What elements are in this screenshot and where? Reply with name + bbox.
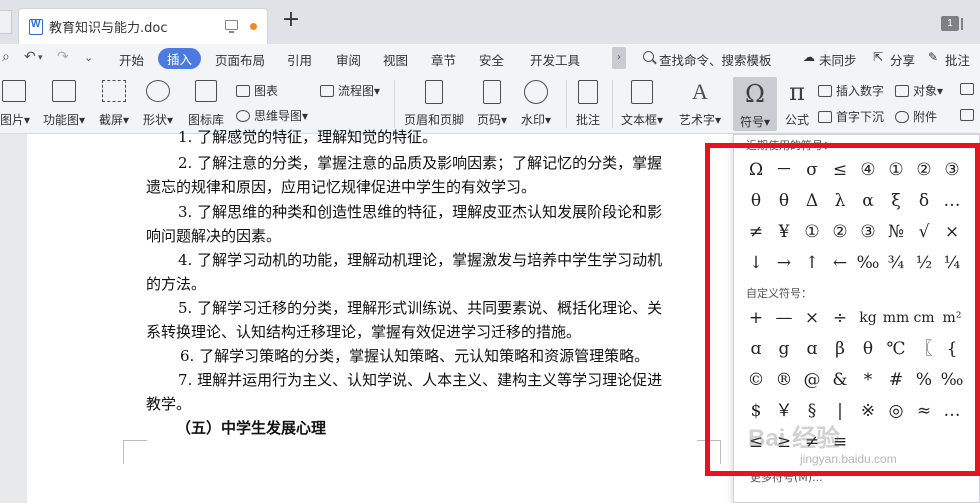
window-count-badge[interactable]: 1 [941,16,963,31]
new-tab-button[interactable]: + [280,9,302,32]
shape-button[interactable]: 形状▾ [140,80,176,128]
function-chart-icon [52,80,76,102]
share-button[interactable]: 分享 [890,50,915,69]
paperclip-icon [895,111,909,123]
symbol-button[interactable]: Ω 符号▾ [733,77,777,131]
menu-security[interactable]: 安全 [479,50,504,69]
body-line: 系转换理论、认知结构迁移理论，掌握有效促进学习迁移的措施。 [146,323,582,341]
comment-icon [578,80,598,104]
insert-number-button[interactable]: 插入数字 [818,82,884,99]
undo-dropdown-icon[interactable]: ▾ [38,53,43,63]
dropcap-button[interactable]: 首字下沉 [818,108,884,125]
ribbon-separator [566,80,567,128]
insert-ribbon: 图片▾ 功能图▾ 截屏▾ 形状▾ 图标库 图表 思维导图▾ 流程图▾ 页眉和页脚… [0,72,980,134]
attachment-button[interactable]: 附件 [895,108,937,125]
ribbon-separator [394,80,395,128]
sync-icon: ☁ [803,50,815,64]
header-footer-button[interactable]: 页眉和页脚 [402,80,466,128]
comment-menu-icon: ✎ [928,50,939,64]
body-line: 遗忘的规律和原因，应用记忆规律促进中学生的有效学习。 [146,178,537,196]
body-line: 教学。 [146,395,192,413]
icon-library-button[interactable]: 图标库 [186,80,226,128]
dropcap-icon [818,111,832,123]
menu-developer[interactable]: 开发工具 [530,50,580,69]
word-doc-icon [29,19,43,35]
number-icon [818,85,832,97]
body-line: 5. 了解学习迁移的分类，理解形式训练说、共同要素说、概括化理论、关 [178,299,663,317]
body-line: 的方法。 [146,275,207,293]
function-chart-button[interactable]: 功能图▾ [40,80,88,128]
menu-home[interactable]: 开始 [119,50,144,69]
chart-icon [236,85,250,97]
search-icon[interactable] [643,51,654,62]
ribbon-more-icon[interactable] [960,82,978,96]
body-line: 7. 理解并运用行为主义、认知学说、人本主义、建构主义等学习理论促进 [178,371,663,389]
watermark-url: jingyan.baidu.com [800,452,897,466]
picture-icon [2,80,26,102]
watermark-icon [524,80,548,104]
menu-insert[interactable]: 插入 [158,48,202,69]
body-line: 1. 了解感觉的特征，理解知觉的特征。 [178,128,438,146]
shape-icon [146,80,170,102]
menu-overflow-button[interactable]: › [612,47,626,69]
quick-access-more-icon[interactable]: ⌄ [84,51,93,64]
menu-bar: ⌕ ↶ ▾ ↷ ⌄ 开始 插入 页面布局 引用 审阅 视图 章节 安全 开发工具… [0,44,980,72]
header-footer-icon [425,80,443,104]
undo-icon[interactable]: ↶ [24,49,36,65]
ribbon-more-icon-2[interactable] [960,108,978,122]
screenshot-button[interactable]: 截屏▾ [96,80,132,128]
body-line: 3. 了解思维的种类和创造性思维的特征，理解皮亚杰认知发展阶段论和影 [178,203,663,221]
formula-button[interactable]: π 公式 [782,80,812,128]
sync-status-button[interactable]: 未同步 [819,50,857,69]
redo-icon[interactable]: ↷ [57,49,69,65]
print-preview-icon[interactable]: ⌕ [2,49,10,65]
body-line: 响问题解决的因素。 [146,227,282,245]
document-tab[interactable]: 教育知识与能力.doc [18,8,268,44]
title-tab-bar: 教育知识与能力.doc + 1 [0,0,980,44]
page-margin-mark [123,440,147,464]
object-button[interactable]: 对象▾ [895,82,943,99]
textbox-icon [631,80,653,104]
mindmap-icon [236,110,250,122]
watermark-button[interactable]: 水印▾ [518,80,554,128]
picture-button[interactable]: 图片▾ [0,80,30,128]
menu-references[interactable]: 引用 [287,50,312,69]
unsaved-dot-icon [250,23,257,30]
flowchart-icon [320,85,334,97]
section-heading: （五）中学生发展心理 [176,419,327,437]
command-search[interactable]: 查找命令、搜索模板 [659,50,772,69]
insert-comment-button[interactable]: 批注 [572,80,604,128]
menu-chapter[interactable]: 章节 [431,50,456,69]
icon-library-icon [195,80,217,102]
watermark-logo: Bai 经验 [748,425,841,452]
flowchart-button[interactable]: 流程图▾ [320,82,380,99]
page-number-button[interactable]: 页码▾ [474,80,510,128]
body-line: 6. 了解学习策略的分类，掌握认知策略、元认知策略和资源管理策略。 [180,347,650,365]
share-icon: ⇱ [873,50,884,64]
comment-menu-button[interactable]: 批注 [945,50,970,69]
wordart-icon: A [692,79,708,104]
home-tab-button[interactable] [0,10,12,34]
object-icon [895,85,909,97]
textbox-button[interactable]: 文本框▾ [618,80,666,128]
menu-review[interactable]: 审阅 [336,50,361,69]
scissors-icon [102,80,126,102]
chart-button[interactable]: 图表 [236,82,278,99]
wordart-button[interactable]: A 艺术字▾ [674,80,726,128]
omega-icon: Ω [745,80,765,108]
mindmap-button[interactable]: 思维导图▾ [236,107,308,124]
menu-view[interactable]: 视图 [383,50,408,69]
ribbon-separator [612,80,613,128]
highlight-box [705,143,980,476]
body-line: 4. 了解学习动机的功能，理解动机理论，掌握激发与培养中学生学习动机 [178,251,663,269]
page-number-icon [483,80,501,104]
menu-page-layout[interactable]: 页面布局 [215,50,265,69]
monitor-icon[interactable] [225,20,238,33]
pi-icon: π [789,78,805,106]
body-line: 2. 了解注意的分类，掌握注意的品质及影响因素；了解记忆的分类，掌握 [178,154,663,172]
document-title: 教育知识与能力.doc [49,21,168,36]
